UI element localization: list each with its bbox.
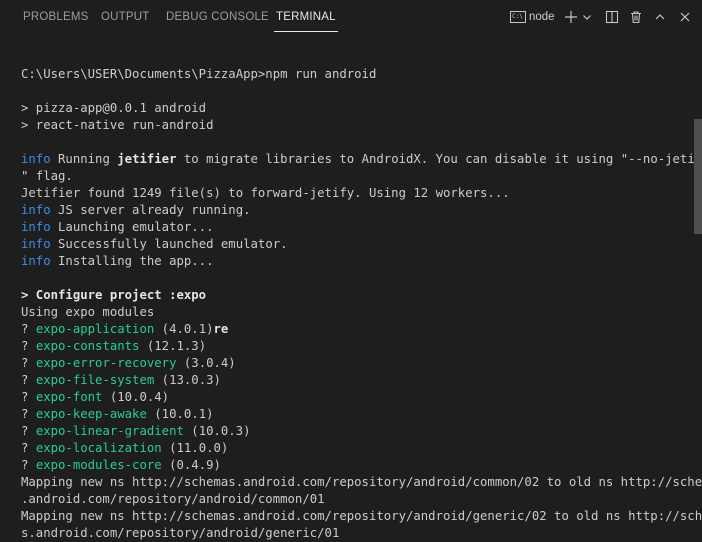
terminal-line: " flag. bbox=[21, 168, 688, 185]
terminal-line: ? expo-modules-core (0.4.9) bbox=[21, 457, 688, 474]
log-level-label: info bbox=[21, 254, 51, 268]
module-name: expo-application bbox=[36, 322, 154, 336]
terminal-scrollbar[interactable] bbox=[694, 119, 702, 234]
panel-actions: C:\ node bbox=[0, 0, 702, 34]
terminal-line: > Configure project :expo bbox=[21, 287, 688, 304]
maximize-panel-button[interactable] bbox=[652, 8, 668, 26]
terminal-line: ? expo-application (4.0.1)re bbox=[21, 321, 688, 338]
log-level-label: info bbox=[21, 203, 51, 217]
terminal-text: jetifier bbox=[117, 152, 176, 166]
terminal-line: info Running jetifier to migrate librari… bbox=[21, 151, 688, 168]
terminal-text: (10.0.4) bbox=[102, 390, 169, 404]
module-name: expo-font bbox=[36, 390, 103, 404]
terminal-text: (10.0.1) bbox=[147, 407, 214, 421]
terminal-text: (12.1.3) bbox=[139, 339, 206, 353]
terminal-text: ? bbox=[21, 424, 36, 438]
terminal-text: JS server already running. bbox=[51, 203, 251, 217]
terminal-line: Mapping new ns http://schemas.android.co… bbox=[21, 474, 688, 491]
terminal-text: ? bbox=[21, 458, 36, 472]
terminal-output[interactable]: C:\Users\USER\Documents\PizzaApp>npm run… bbox=[21, 66, 688, 542]
terminal-text: Successfully launched emulator. bbox=[51, 237, 288, 251]
terminal-line: ? expo-error-recovery (3.0.4) bbox=[21, 355, 688, 372]
terminal-line: > react-native run-android bbox=[21, 117, 688, 134]
terminal-line: C:\Users\USER\Documents\PizzaApp>npm run… bbox=[21, 66, 688, 83]
terminal-line: Using expo modules bbox=[21, 304, 688, 321]
terminal-text: ? bbox=[21, 407, 36, 421]
terminal-line: ? expo-font (10.0.4) bbox=[21, 389, 688, 406]
terminal-line: ? expo-localization (11.0.0) bbox=[21, 440, 688, 457]
terminal-text: ? bbox=[21, 441, 36, 455]
module-name: expo-file-system bbox=[36, 373, 154, 387]
terminal-text: ? bbox=[21, 322, 36, 336]
terminal-icon: C:\ bbox=[510, 11, 526, 23]
terminal-text: (13.0.3) bbox=[154, 373, 221, 387]
terminal-text: ? bbox=[21, 390, 36, 404]
launch-profile-button[interactable] bbox=[581, 8, 593, 26]
terminal-text: Launching emulator... bbox=[51, 220, 214, 234]
terminal-text: (0.4.9) bbox=[162, 458, 221, 472]
terminal-text: ? bbox=[21, 373, 36, 387]
new-terminal-button[interactable] bbox=[563, 8, 579, 26]
chevron-up-icon bbox=[654, 11, 666, 23]
shell-label: node bbox=[529, 11, 555, 23]
plus-icon bbox=[564, 10, 578, 24]
module-name: expo-localization bbox=[36, 441, 162, 455]
terminal-text: (3.0.4) bbox=[176, 356, 235, 370]
module-name: expo-constants bbox=[36, 339, 140, 353]
module-name: expo-linear-gradient bbox=[36, 424, 184, 438]
terminal-line: > pizza-app@0.0.1 android bbox=[21, 100, 688, 117]
terminal-shell-icon[interactable]: C:\ bbox=[509, 8, 527, 26]
terminal-line bbox=[21, 134, 688, 151]
split-terminal-button[interactable] bbox=[604, 8, 620, 26]
terminal-line: info JS server already running. bbox=[21, 202, 688, 219]
terminal-line: ? expo-keep-awake (10.0.1) bbox=[21, 406, 688, 423]
terminal-text: Running bbox=[51, 152, 118, 166]
log-level-label: info bbox=[21, 237, 51, 251]
terminal-text: to migrate libraries to AndroidX. You ca… bbox=[177, 152, 702, 166]
terminal-line: ? expo-linear-gradient (10.0.3) bbox=[21, 423, 688, 440]
terminal-text: ? bbox=[21, 339, 36, 353]
terminal-line: Jetifier found 1249 file(s) to forward-j… bbox=[21, 185, 688, 202]
chevron-down-icon bbox=[582, 12, 592, 22]
terminal-text: (4.0.1) bbox=[154, 322, 213, 336]
terminal-line: info Launching emulator... bbox=[21, 219, 688, 236]
terminal-line: info Successfully launched emulator. bbox=[21, 236, 688, 253]
trash-icon bbox=[629, 10, 643, 24]
terminal-line: ? expo-constants (12.1.3) bbox=[21, 338, 688, 355]
module-name: expo-keep-awake bbox=[36, 407, 147, 421]
terminal-line: Mapping new ns http://schemas.android.co… bbox=[21, 508, 688, 525]
terminal-line: .android.com/repository/android/common/0… bbox=[21, 491, 688, 508]
terminal-line: s.android.com/repository/android/generic… bbox=[21, 525, 688, 542]
log-level-label: info bbox=[21, 152, 51, 166]
terminal-line bbox=[21, 83, 688, 100]
shell-selector[interactable]: node bbox=[529, 8, 555, 26]
close-panel-button[interactable] bbox=[677, 8, 693, 26]
module-name: expo-modules-core bbox=[36, 458, 162, 472]
terminal-text: Installing the app... bbox=[51, 254, 214, 268]
terminal-text: re bbox=[214, 322, 229, 336]
terminal-line bbox=[21, 270, 688, 287]
log-level-label: info bbox=[21, 220, 51, 234]
terminal-text: > Configure project :expo bbox=[21, 288, 206, 302]
terminal-line: ? expo-file-system (13.0.3) bbox=[21, 372, 688, 389]
panel-tab-bar: PROBLEMS OUTPUT DEBUG CONSOLE TERMINAL C… bbox=[0, 0, 702, 34]
kill-terminal-button[interactable] bbox=[628, 8, 644, 26]
close-icon bbox=[679, 11, 691, 23]
module-name: expo-error-recovery bbox=[36, 356, 177, 370]
split-icon bbox=[605, 10, 619, 24]
terminal-line: info Installing the app... bbox=[21, 253, 688, 270]
terminal-text: ? bbox=[21, 356, 36, 370]
terminal-text: (11.0.0) bbox=[162, 441, 229, 455]
terminal-text: (10.0.3) bbox=[184, 424, 251, 438]
